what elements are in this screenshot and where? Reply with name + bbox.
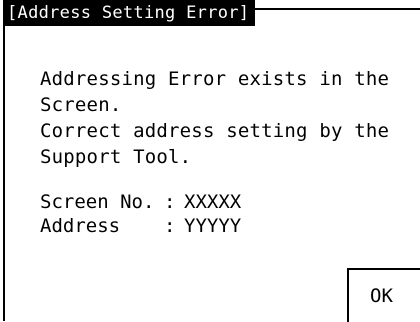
detail-row-screen-no: Screen No. : XXXXX xyxy=(40,190,241,214)
message-line: Correct address setting by the xyxy=(40,120,390,142)
address-value: YYYYY xyxy=(184,215,242,237)
error-details: Screen No. : XXXXX Address : YYYYY xyxy=(40,190,241,238)
message-line: Addressing Error exists in the xyxy=(40,68,390,90)
address-separator: : xyxy=(164,215,176,237)
message-line: Screen. xyxy=(40,94,122,116)
screen-no-value: XXXXX xyxy=(184,191,242,213)
address-label: Address xyxy=(40,215,121,237)
screen-no-separator: : xyxy=(164,191,176,213)
dialog-title-text: Address Setting Error xyxy=(17,3,239,23)
error-message: Addressing Error exists in the Screen. C… xyxy=(40,66,389,170)
detail-row-address: Address : YYYYY xyxy=(40,214,241,238)
error-dialog: [Address Setting Error] Addressing Error… xyxy=(0,0,420,322)
message-line: Support Tool. xyxy=(40,146,192,168)
screen-no-label: Screen No. xyxy=(40,191,155,213)
dialog-frame-left xyxy=(3,8,5,321)
dialog-title: [Address Setting Error] xyxy=(3,0,256,26)
ok-button[interactable]: OK xyxy=(347,268,420,322)
